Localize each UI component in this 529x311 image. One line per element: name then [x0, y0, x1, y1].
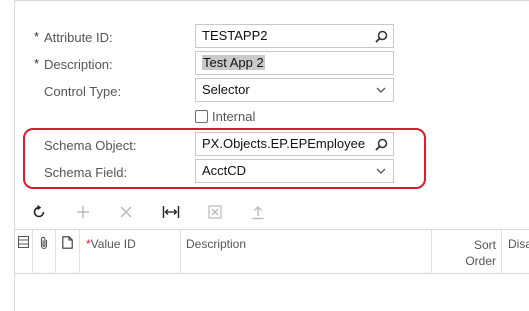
- paperclip-icon: [39, 236, 49, 253]
- chevron-down-icon[interactable]: [373, 82, 389, 98]
- search-icon[interactable]: [373, 28, 389, 44]
- schema-object-field[interactable]: PX.Objects.EP.EPEmployee: [195, 132, 394, 156]
- attribute-id-field[interactable]: TESTAPP2: [195, 24, 394, 48]
- grid-toolbar: [15, 200, 529, 224]
- attribute-id-label: Attribute ID:: [44, 30, 113, 45]
- required-mark: *: [34, 29, 40, 44]
- column-disabled[interactable]: Disa: [502, 230, 529, 274]
- attribute-form-panel: * Attribute ID: TESTAPP2 * Description: …: [14, 0, 529, 311]
- schema-field-value: AcctCD: [202, 163, 247, 178]
- schema-field-label: Schema Field:: [44, 165, 128, 180]
- search-icon[interactable]: [373, 136, 389, 152]
- chevron-down-icon[interactable]: [373, 163, 389, 179]
- grid-header: *Value ID Description Sort Order Disa: [15, 229, 529, 274]
- column-value-id-label: Value ID: [90, 237, 136, 251]
- description-field[interactable]: Test App 2: [195, 51, 394, 75]
- column-description[interactable]: Description: [181, 230, 432, 274]
- required-mark: *: [34, 56, 40, 71]
- column-attachments[interactable]: [33, 230, 56, 274]
- internal-checkbox[interactable]: [195, 110, 208, 123]
- description-value: Test App 2: [202, 55, 265, 70]
- attribute-id-value: TESTAPP2: [202, 28, 268, 43]
- column-value-id[interactable]: *Value ID: [80, 230, 181, 274]
- export-excel-icon[interactable]: [204, 202, 226, 222]
- column-notes[interactable]: [56, 230, 80, 274]
- column-description-label: Description: [186, 237, 247, 251]
- schema-object-value: PX.Objects.EP.EPEmployee: [202, 136, 366, 151]
- description-label: Description:: [44, 57, 113, 72]
- delete-icon[interactable]: [115, 202, 137, 222]
- note-icon: [62, 236, 73, 252]
- column-disabled-label: Disa: [508, 237, 529, 251]
- upload-icon[interactable]: [247, 202, 269, 222]
- column-sort-order-label-line2: Order: [465, 254, 496, 268]
- refresh-icon[interactable]: [28, 202, 50, 222]
- row-selector-icon: [18, 236, 29, 251]
- control-type-value: Selector: [202, 82, 250, 97]
- schema-field-select[interactable]: AcctCD: [195, 159, 394, 183]
- column-sort-order-label-line1: Sort: [473, 238, 496, 252]
- fit-columns-icon[interactable]: [160, 202, 182, 222]
- column-row-selector[interactable]: [15, 230, 33, 274]
- control-type-select[interactable]: Selector: [195, 78, 394, 102]
- schema-object-label: Schema Object:: [44, 138, 137, 153]
- add-icon[interactable]: [72, 202, 94, 222]
- control-type-label: Control Type:: [44, 84, 122, 99]
- column-sort-order[interactable]: Sort Order: [432, 230, 502, 274]
- internal-label: Internal: [212, 109, 256, 124]
